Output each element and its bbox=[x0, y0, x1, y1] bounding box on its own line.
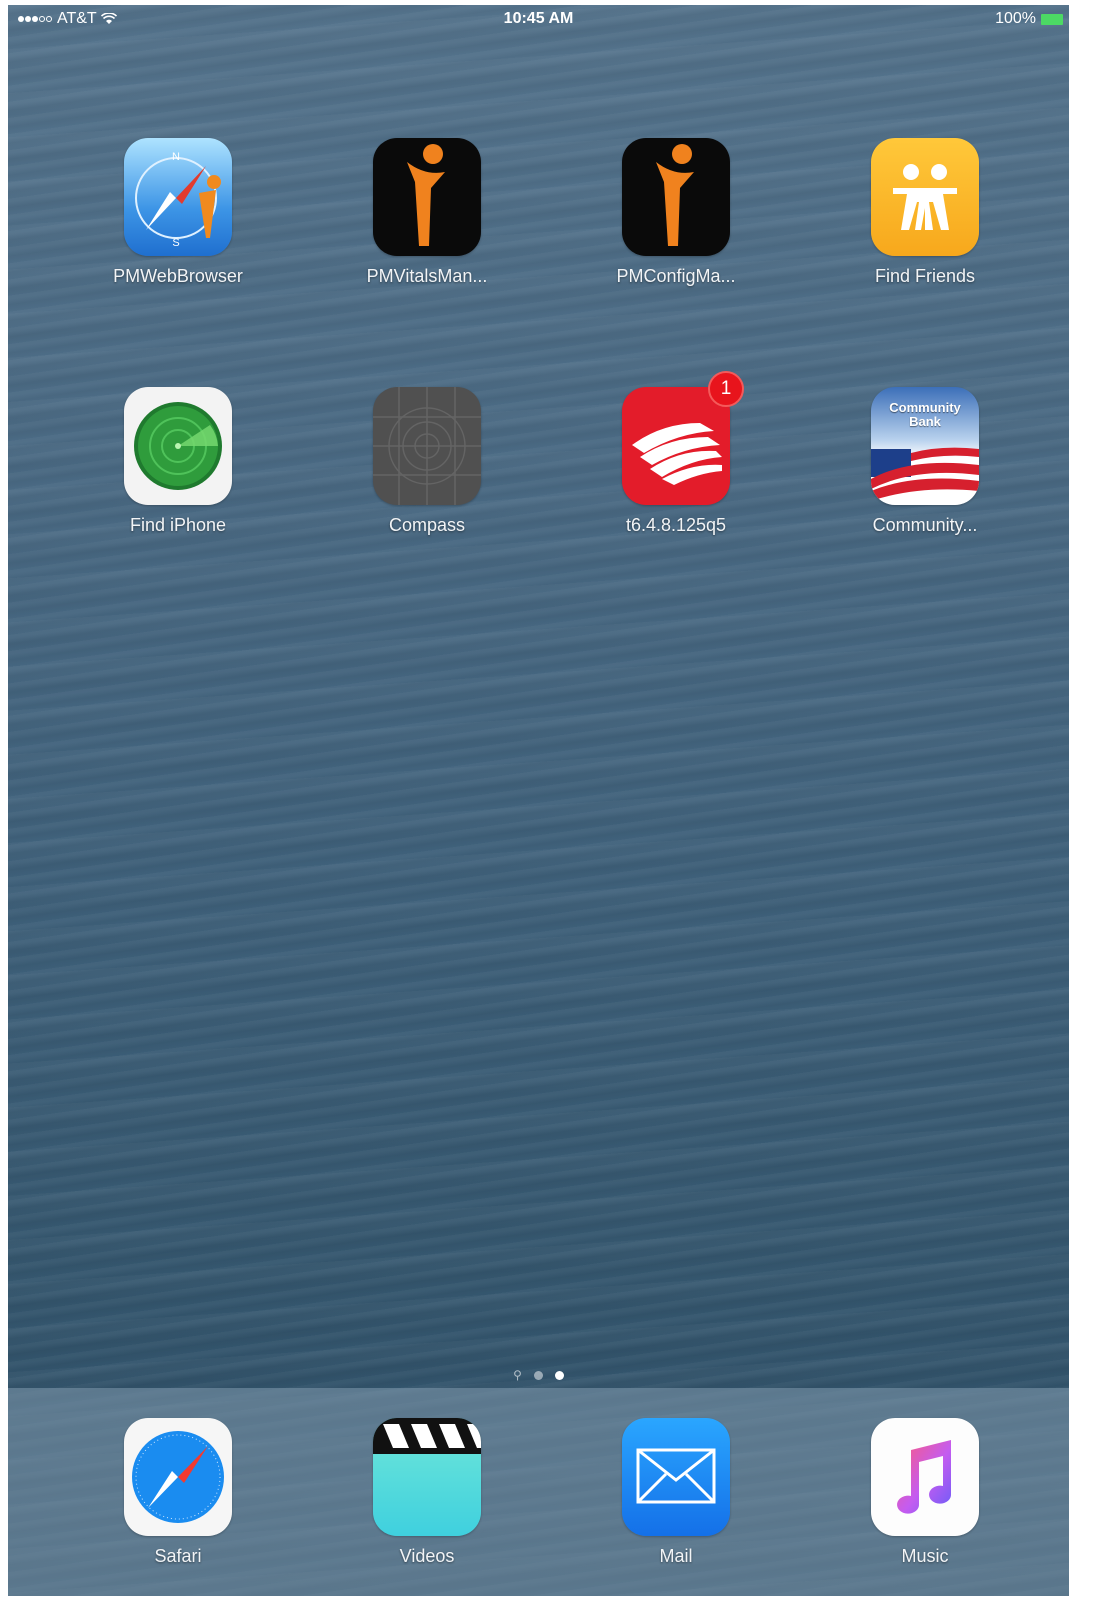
envelope-icon bbox=[622, 1418, 730, 1536]
app-label: Mail bbox=[659, 1546, 693, 1566]
app-label: Find Friends bbox=[874, 266, 976, 286]
compass-grid-icon bbox=[373, 387, 481, 505]
svg-text:S: S bbox=[172, 237, 179, 249]
app-label: Find iPhone bbox=[129, 515, 227, 535]
home-screen: AT&T 10:45 AM 100% N S PMWebBrowser PMVi… bbox=[8, 5, 1069, 1596]
status-bar: AT&T 10:45 AM 100% bbox=[8, 5, 1069, 35]
app-label: Music bbox=[901, 1546, 949, 1566]
app-label: t6.4.8.125q5 bbox=[625, 515, 727, 535]
app-label: Safari bbox=[154, 1546, 202, 1566]
dock-app-music[interactable]: Music bbox=[835, 1418, 1015, 1567]
app-pmconfigmanager[interactable]: PMConfigMa... bbox=[586, 138, 766, 287]
dock-app-videos[interactable]: Videos bbox=[337, 1418, 517, 1567]
page-dot-current bbox=[554, 1371, 564, 1380]
spotlight-search-icon: ⚲ bbox=[513, 1368, 522, 1382]
app-compass[interactable]: Compass bbox=[337, 387, 517, 536]
page-dot bbox=[533, 1371, 543, 1380]
music-note-icon bbox=[871, 1418, 979, 1536]
app-label: PMConfigMa... bbox=[616, 266, 736, 286]
dock: Safari Videos Mail Music bbox=[8, 1388, 1069, 1596]
app-pmwebbrowser[interactable]: N S PMWebBrowser bbox=[88, 138, 268, 287]
safari-compass-icon bbox=[124, 1418, 232, 1536]
dock-app-mail[interactable]: Mail bbox=[586, 1418, 766, 1567]
app-label: Compass bbox=[388, 515, 466, 535]
clapperboard-icon bbox=[373, 1418, 481, 1536]
app-community-bank[interactable]: Community Bank Community... bbox=[835, 387, 1015, 536]
battery-percent: 100% bbox=[995, 10, 1036, 27]
orange-figure-icon bbox=[622, 138, 730, 256]
community-bank-icon: Community Bank bbox=[871, 387, 979, 505]
status-right: 100% bbox=[995, 10, 1063, 28]
app-label: Videos bbox=[399, 1546, 455, 1566]
compass-figure-icon: N S bbox=[124, 138, 232, 256]
find-friends-icon bbox=[871, 138, 979, 256]
app-find-iphone[interactable]: Find iPhone bbox=[88, 387, 268, 536]
app-pmvitalsmanager[interactable]: PMVitalsMan... bbox=[337, 138, 517, 287]
dock-app-safari[interactable]: Safari bbox=[88, 1418, 268, 1567]
status-time: 10:45 AM bbox=[503, 10, 574, 27]
battery-icon bbox=[1041, 13, 1063, 25]
notification-badge: 1 bbox=[708, 371, 744, 407]
bank-flag-icon bbox=[622, 387, 730, 505]
app-bank[interactable]: 1 t6.4.8.125q5 bbox=[586, 371, 766, 536]
orange-figure-icon bbox=[373, 138, 481, 256]
app-find-friends[interactable]: Find Friends bbox=[835, 138, 1015, 287]
radar-icon bbox=[124, 387, 232, 505]
app-label: Community... bbox=[872, 515, 978, 535]
app-label: PMWebBrowser bbox=[113, 266, 243, 286]
app-label: PMVitalsMan... bbox=[366, 266, 488, 286]
page-indicator[interactable]: ⚲ bbox=[8, 1368, 1069, 1382]
svg-text:N: N bbox=[172, 151, 180, 163]
